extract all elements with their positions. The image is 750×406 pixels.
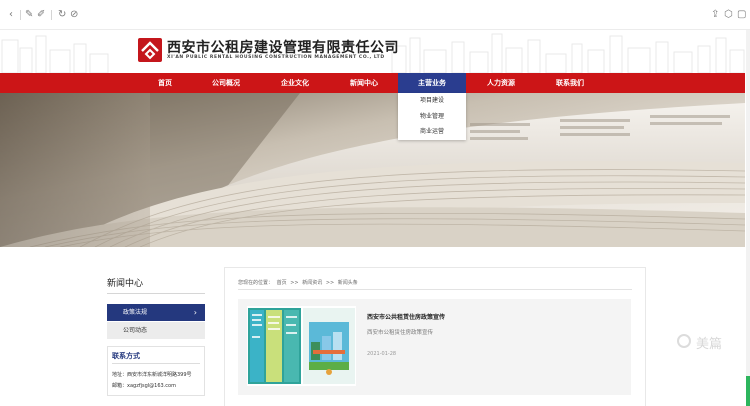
contact-info-box: 联系方式 地址：西安市洋东新城洋明路399号 邮箱：xagzfjsgl@163.… [107, 346, 205, 396]
nav-item-main-business[interactable]: 主营业务 [398, 73, 466, 93]
breadcrumb-separator: >> [325, 280, 335, 286]
company-name-english: XI'AN PUBLIC RENTAL HOUSING CONSTRUCTION… [167, 55, 385, 60]
back-icon[interactable]: ‹ [9, 9, 13, 21]
chevron-right-icon: › [193, 308, 197, 317]
sidebar-item-policy-regulations[interactable]: 政策法规 › [107, 304, 205, 321]
watermark-text: 美篇 [696, 337, 723, 352]
dropdown-item-property-management[interactable]: 物业管理 [398, 109, 466, 125]
contact-title: 联系方式 [112, 352, 140, 360]
breadcrumb-prefix: 您现在的位置： [238, 280, 274, 286]
company-name: 西安市公租房建设管理有限责任公司 [167, 40, 399, 56]
nav-item-contact-us[interactable]: 联系我们 [536, 73, 604, 93]
share-icon[interactable]: ⇪ [711, 9, 719, 21]
site-header: 西安市公租房建设管理有限责任公司 XI'AN PUBLIC RENTAL HOU… [0, 30, 745, 73]
breadcrumb-divider [238, 289, 632, 290]
menu-icon[interactable]: ▢ [737, 9, 746, 21]
sidebar-title: 新闻中心 [107, 279, 144, 289]
scrollbar-thumb[interactable] [746, 376, 750, 406]
news-title-link[interactable]: 西安市公共租赁住房政策宣传 [367, 312, 445, 321]
breadcrumb-link-news[interactable]: 新闻资讯 [302, 280, 322, 286]
edit-icon[interactable]: ✎ [25, 9, 33, 21]
news-date: 2021-01-28 [367, 351, 397, 357]
page-scrollbar[interactable] [746, 30, 750, 406]
newspaper-banner-image [0, 93, 745, 247]
company-logo-icon[interactable] [138, 38, 162, 62]
browser-toolbar: ‹ ✎ ✐ ↻ ⊘ ⇪ ⬡ ▢ [0, 0, 750, 30]
nav-item-home[interactable]: 首页 [131, 73, 199, 93]
dropdown-item-project-construction[interactable]: 项目建设 [398, 93, 466, 109]
nav-item-company-overview[interactable]: 公司概况 [192, 73, 260, 93]
paint-icon[interactable]: ✐ [37, 9, 45, 21]
contact-address: 地址：西安市洋东新城洋明路399号 [112, 372, 192, 378]
breadcrumb: 您现在的位置： 首页 >> 新闻资讯 >> 新闻头条 [238, 279, 360, 286]
toolbar-divider [20, 10, 21, 20]
sidebar-item-label: 公司动态 [123, 327, 148, 334]
watermark-logo-icon [677, 334, 691, 348]
stop-icon[interactable]: ⊘ [70, 9, 78, 21]
refresh-icon[interactable]: ↻ [58, 9, 66, 21]
nav-item-news-center[interactable]: 新闻中心 [330, 73, 398, 93]
main-business-dropdown: 项目建设 物业管理 商业运营 [398, 93, 466, 140]
extensions-icon[interactable]: ⬡ [724, 9, 733, 21]
news-thumbnail-image[interactable] [247, 306, 356, 386]
main-navigation: 首页 公司概况 企业文化 新闻中心 主营业务 人力资源 联系我们 [0, 73, 745, 93]
nav-item-corporate-culture[interactable]: 企业文化 [261, 73, 329, 93]
breadcrumb-current: 新闻头条 [337, 280, 358, 286]
contact-email[interactable]: 邮箱：xagzfjsgl@163.com [112, 382, 176, 389]
sidebar-item-company-news[interactable]: 公司动态 [107, 322, 205, 339]
sidebar-item-label: 政策法规 [123, 309, 148, 316]
breadcrumb-separator: >> [290, 280, 299, 286]
dropdown-item-commercial-operation[interactable]: 商业运营 [398, 124, 466, 140]
toolbar-divider [51, 10, 52, 20]
breadcrumb-link-home[interactable]: 首页 [277, 280, 287, 286]
nav-item-human-resources[interactable]: 人力资源 [467, 73, 535, 93]
contact-divider [112, 363, 200, 364]
hero-banner-newspapers [0, 93, 745, 247]
news-description: 西安市公租赁住房政策宣传 [367, 330, 434, 336]
sidebar-divider [107, 293, 205, 294]
